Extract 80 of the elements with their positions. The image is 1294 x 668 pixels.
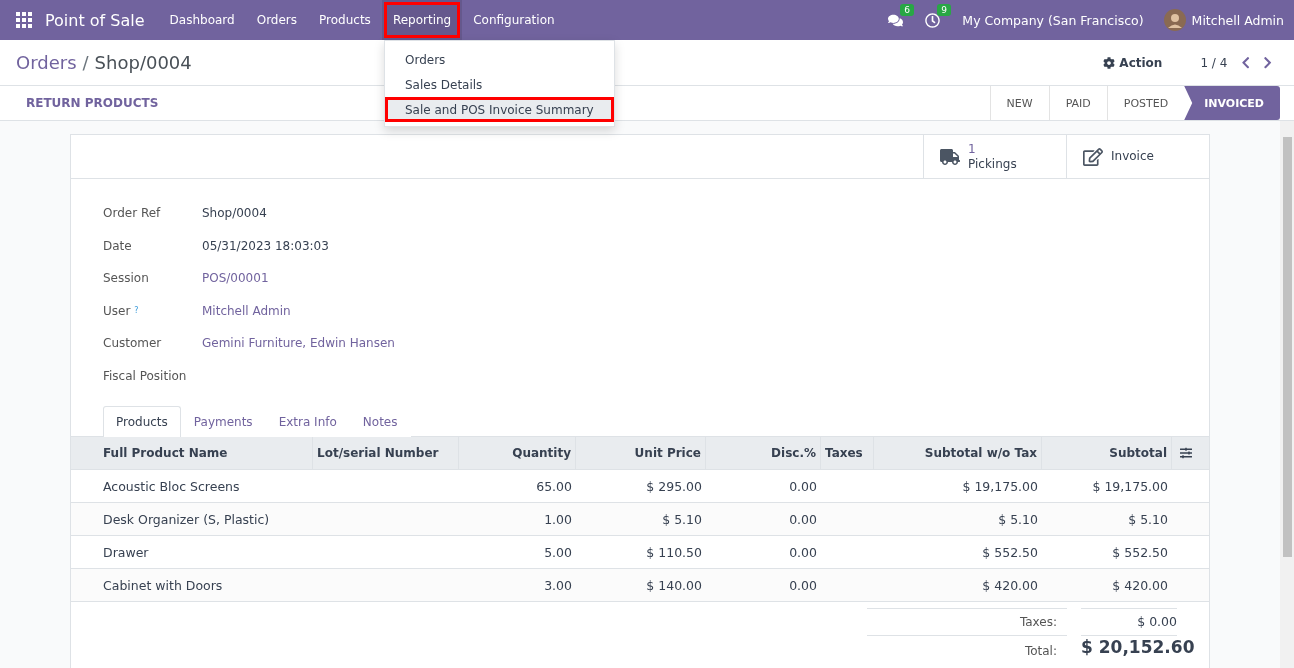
column-header[interactable]: Disc.% bbox=[771, 446, 816, 460]
user-avatar[interactable] bbox=[1163, 9, 1186, 31]
menu-item[interactable]: Reporting bbox=[381, 0, 463, 40]
edit-icon bbox=[1083, 146, 1103, 167]
breadcrumb-link[interactable]: Orders bbox=[16, 52, 77, 73]
table-cell: 0.00 bbox=[789, 577, 817, 593]
field-value: 05/31/2023 18:03:03 bbox=[202, 238, 329, 253]
table-cell: $ 19,175.00 bbox=[1092, 478, 1168, 494]
menu-item[interactable]: Dashboard bbox=[158, 0, 246, 40]
table-cell: 65.00 bbox=[536, 478, 572, 494]
smart-button-value: 1 bbox=[968, 141, 976, 157]
app-title[interactable]: Point of Sale bbox=[45, 10, 145, 30]
action-button[interactable]: Action bbox=[1103, 55, 1163, 70]
activities-count-badge: 9 bbox=[937, 3, 952, 16]
column-header[interactable]: Unit Price bbox=[634, 446, 701, 460]
field-label: User bbox=[103, 303, 131, 318]
messages-icon[interactable] bbox=[888, 12, 904, 28]
smart-button-label: Invoice bbox=[1111, 149, 1154, 164]
column-header[interactable]: Quantity bbox=[512, 446, 571, 460]
table-cell: $ 295.00 bbox=[646, 478, 702, 494]
total-value: $ 20,152.60 bbox=[1081, 637, 1195, 657]
field-label: Order Ref bbox=[103, 206, 161, 221]
table-cell: 0.00 bbox=[789, 544, 817, 560]
menu-item[interactable]: Products bbox=[308, 0, 382, 40]
column-header[interactable]: Full Product Name bbox=[103, 446, 228, 460]
company-switcher[interactable]: My Company (San Francisco) bbox=[962, 12, 1144, 28]
field-label: Customer bbox=[103, 336, 162, 351]
return-products-button[interactable]: RETURN PRODUCTS bbox=[26, 86, 159, 120]
pager-value: 1 / 4 bbox=[1200, 55, 1228, 70]
dropdown-item[interactable]: Sale and POS Invoice Summary bbox=[385, 97, 614, 122]
column-header[interactable]: Subtotal bbox=[1109, 446, 1167, 460]
total-label: Total: bbox=[1024, 644, 1057, 658]
table-cell: $ 5.10 bbox=[998, 511, 1038, 527]
table-cell: $ 420.00 bbox=[982, 577, 1038, 593]
table-cell: $ 110.50 bbox=[646, 544, 702, 560]
dropdown-item[interactable]: Orders bbox=[385, 47, 614, 72]
field-value[interactable]: Mitchell Admin bbox=[202, 303, 291, 318]
breadcrumb-separator: / bbox=[82, 52, 89, 73]
table-cell: Acoustic Bloc Screens bbox=[103, 478, 240, 494]
scrollbar[interactable] bbox=[1280, 121, 1294, 668]
table-cell: 3.00 bbox=[544, 577, 572, 593]
optional-columns-icon[interactable] bbox=[1179, 447, 1192, 459]
table-cell: Cabinet with Doors bbox=[103, 577, 223, 593]
table-cell: $ 420.00 bbox=[1112, 577, 1168, 593]
truck-icon bbox=[940, 146, 960, 167]
total-value: $ 0.00 bbox=[1137, 614, 1177, 629]
apps-menu-icon[interactable] bbox=[16, 12, 32, 28]
table-cell: 5.00 bbox=[544, 544, 572, 560]
table-cell: $ 5.10 bbox=[1128, 511, 1168, 527]
table-cell: Desk Organizer (S, Plastic) bbox=[103, 511, 270, 527]
field-value[interactable]: Gemini Furniture, Edwin Hansen bbox=[202, 336, 395, 351]
column-header[interactable]: Taxes bbox=[825, 446, 863, 460]
field-value: Shop/0004 bbox=[202, 206, 267, 221]
field-label: Date bbox=[103, 238, 132, 253]
column-header[interactable]: Subtotal w/o Tax bbox=[924, 446, 1037, 460]
status-step[interactable]: INVOICED bbox=[1184, 86, 1280, 120]
field-value[interactable]: POS/00001 bbox=[202, 271, 269, 286]
menu-item[interactable]: Orders bbox=[245, 0, 309, 40]
dropdown-item[interactable]: Sales Details bbox=[385, 72, 614, 97]
notebook-tab[interactable]: Products bbox=[103, 406, 181, 437]
table-cell: $ 552.50 bbox=[982, 544, 1038, 560]
field-label: Fiscal Position bbox=[103, 368, 187, 383]
table-cell: 1.00 bbox=[544, 511, 572, 527]
user-name[interactable]: Mitchell Admin bbox=[1191, 12, 1284, 28]
table-cell: 0.00 bbox=[789, 511, 817, 527]
total-label: Taxes: bbox=[1019, 615, 1057, 629]
table-cell: $ 19,175.00 bbox=[962, 478, 1038, 494]
table-cell: $ 5.10 bbox=[662, 511, 702, 527]
table-cell: $ 140.00 bbox=[646, 577, 702, 593]
column-header[interactable]: Lot/serial Number bbox=[317, 446, 439, 460]
smart-button-label: Pickings bbox=[968, 156, 1017, 172]
settings-icon bbox=[1103, 56, 1116, 69]
menu-item[interactable]: Configuration bbox=[462, 0, 566, 40]
breadcrumb-current: Shop/0004 bbox=[94, 52, 192, 73]
table-cell: 0.00 bbox=[789, 478, 817, 494]
table-cell: Drawer bbox=[103, 544, 149, 560]
messages-count-badge: 6 bbox=[900, 3, 915, 16]
table-cell: $ 552.50 bbox=[1112, 544, 1168, 560]
field-label: Session bbox=[103, 271, 149, 286]
clock-icon[interactable] bbox=[925, 12, 941, 28]
